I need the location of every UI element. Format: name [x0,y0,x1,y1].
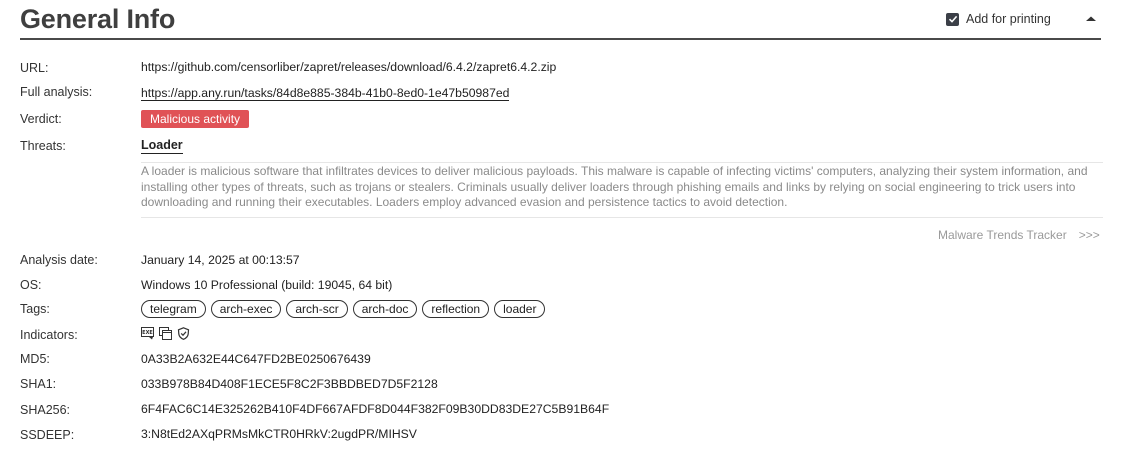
collapse-chevron-up-icon[interactable] [1084,14,1098,24]
threat-name-link[interactable]: Loader [141,138,183,154]
sha256-value: 6F4FAC6C14E325262B410F4DF667AFDF8D044F38… [141,402,610,416]
sha1-value: 033B978B84D408F1ECE5F8C2F3BBDBED7D5F2128 [141,377,438,391]
full-analysis-link[interactable]: https://app.any.run/tasks/84d8e885-384b-… [141,86,510,101]
threats-label: Threats: [20,139,66,153]
add-for-printing-toggle[interactable]: Add for printing [946,11,1051,27]
checkmark-icon [948,15,957,23]
page-title: General Info [20,4,176,34]
trends-arrows: >>> [1078,228,1100,242]
threat-description: A loader is malicious software that infi… [141,162,1103,211]
tag[interactable]: arch-scr [286,300,348,318]
ssdeep-label: SSDEEP: [20,428,75,442]
malware-trends-tracker-link[interactable]: Malware Trends Tracker >>> [938,227,1100,243]
tag[interactable]: telegram [141,300,206,318]
analysis-date-label: Analysis date: [20,253,98,267]
exe-file-icon[interactable]: EXE [141,327,154,340]
tags-label: Tags: [20,302,50,316]
url-label: URL: [20,61,49,75]
tag[interactable]: reflection [422,300,490,318]
print-label: Add for printing [966,12,1051,26]
os-value: Windows 10 Professional (build: 19045, 6… [141,278,393,292]
sha256-label: SHA256: [20,403,71,417]
full-analysis-label: Full analysis: [20,85,93,99]
tag[interactable]: arch-doc [352,300,418,318]
verdict-label: Verdict: [20,112,62,126]
tags-list: telegram arch-exec arch-scr arch-doc ref… [141,300,546,318]
description-divider [141,217,1103,218]
url-value: https://github.com/censorliber/zapret/re… [141,60,557,74]
sha1-label: SHA1: [20,377,57,391]
ssdeep-value: 3:N8tEd2AXqPRMsMkCTR0HRkV:2ugdPR/MIHSV [141,427,417,441]
tag[interactable]: arch-exec [210,300,282,318]
analysis-date-value: January 14, 2025 at 00:13:57 [141,253,300,267]
windows-stack-icon[interactable] [159,327,172,340]
svg-text:EXE: EXE [142,330,153,336]
indicators-label: Indicators: [20,328,78,342]
tag[interactable]: loader [494,300,546,318]
shield-icon[interactable] [177,327,190,340]
header-divider [20,38,1101,40]
trends-label: Malware Trends Tracker [938,228,1067,242]
os-label: OS: [20,278,42,292]
print-checkbox[interactable] [946,12,959,26]
md5-label: MD5: [20,352,50,366]
indicators-list: EXE [141,327,190,340]
verdict-badge: Malicious activity [141,110,250,128]
md5-value: 0A33B2A632E44C647FD2BE0250676439 [141,352,371,366]
